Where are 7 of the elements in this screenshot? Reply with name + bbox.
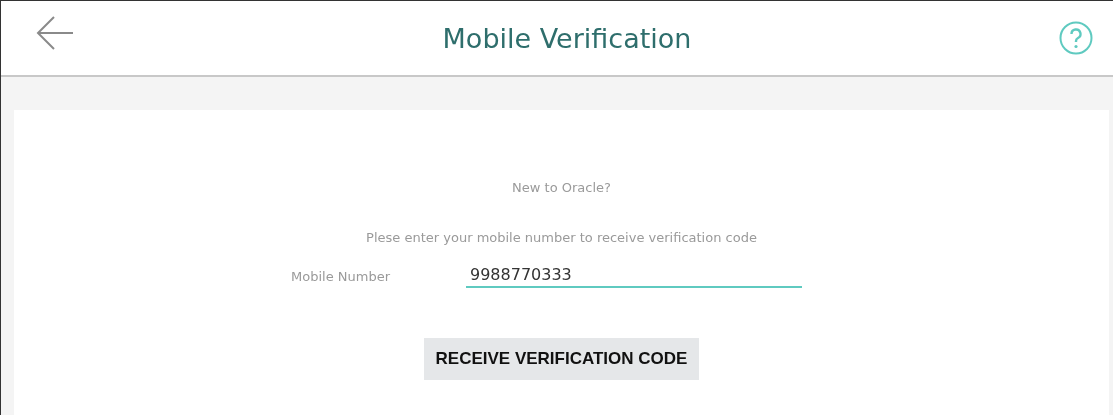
field-label: Mobile Number — [291, 269, 391, 286]
back-arrow-icon[interactable] — [35, 16, 75, 50]
help-icon[interactable] — [1059, 21, 1093, 55]
instruction-text: Plese enter your mobile number to receive verification code — [366, 230, 757, 245]
page-title: Mobile Verification — [442, 22, 692, 54]
receive-code-button[interactable]: RECEIVE VERIFICATION CODE — [423, 338, 700, 380]
intro-text: New to Oracle? — [512, 180, 611, 195]
